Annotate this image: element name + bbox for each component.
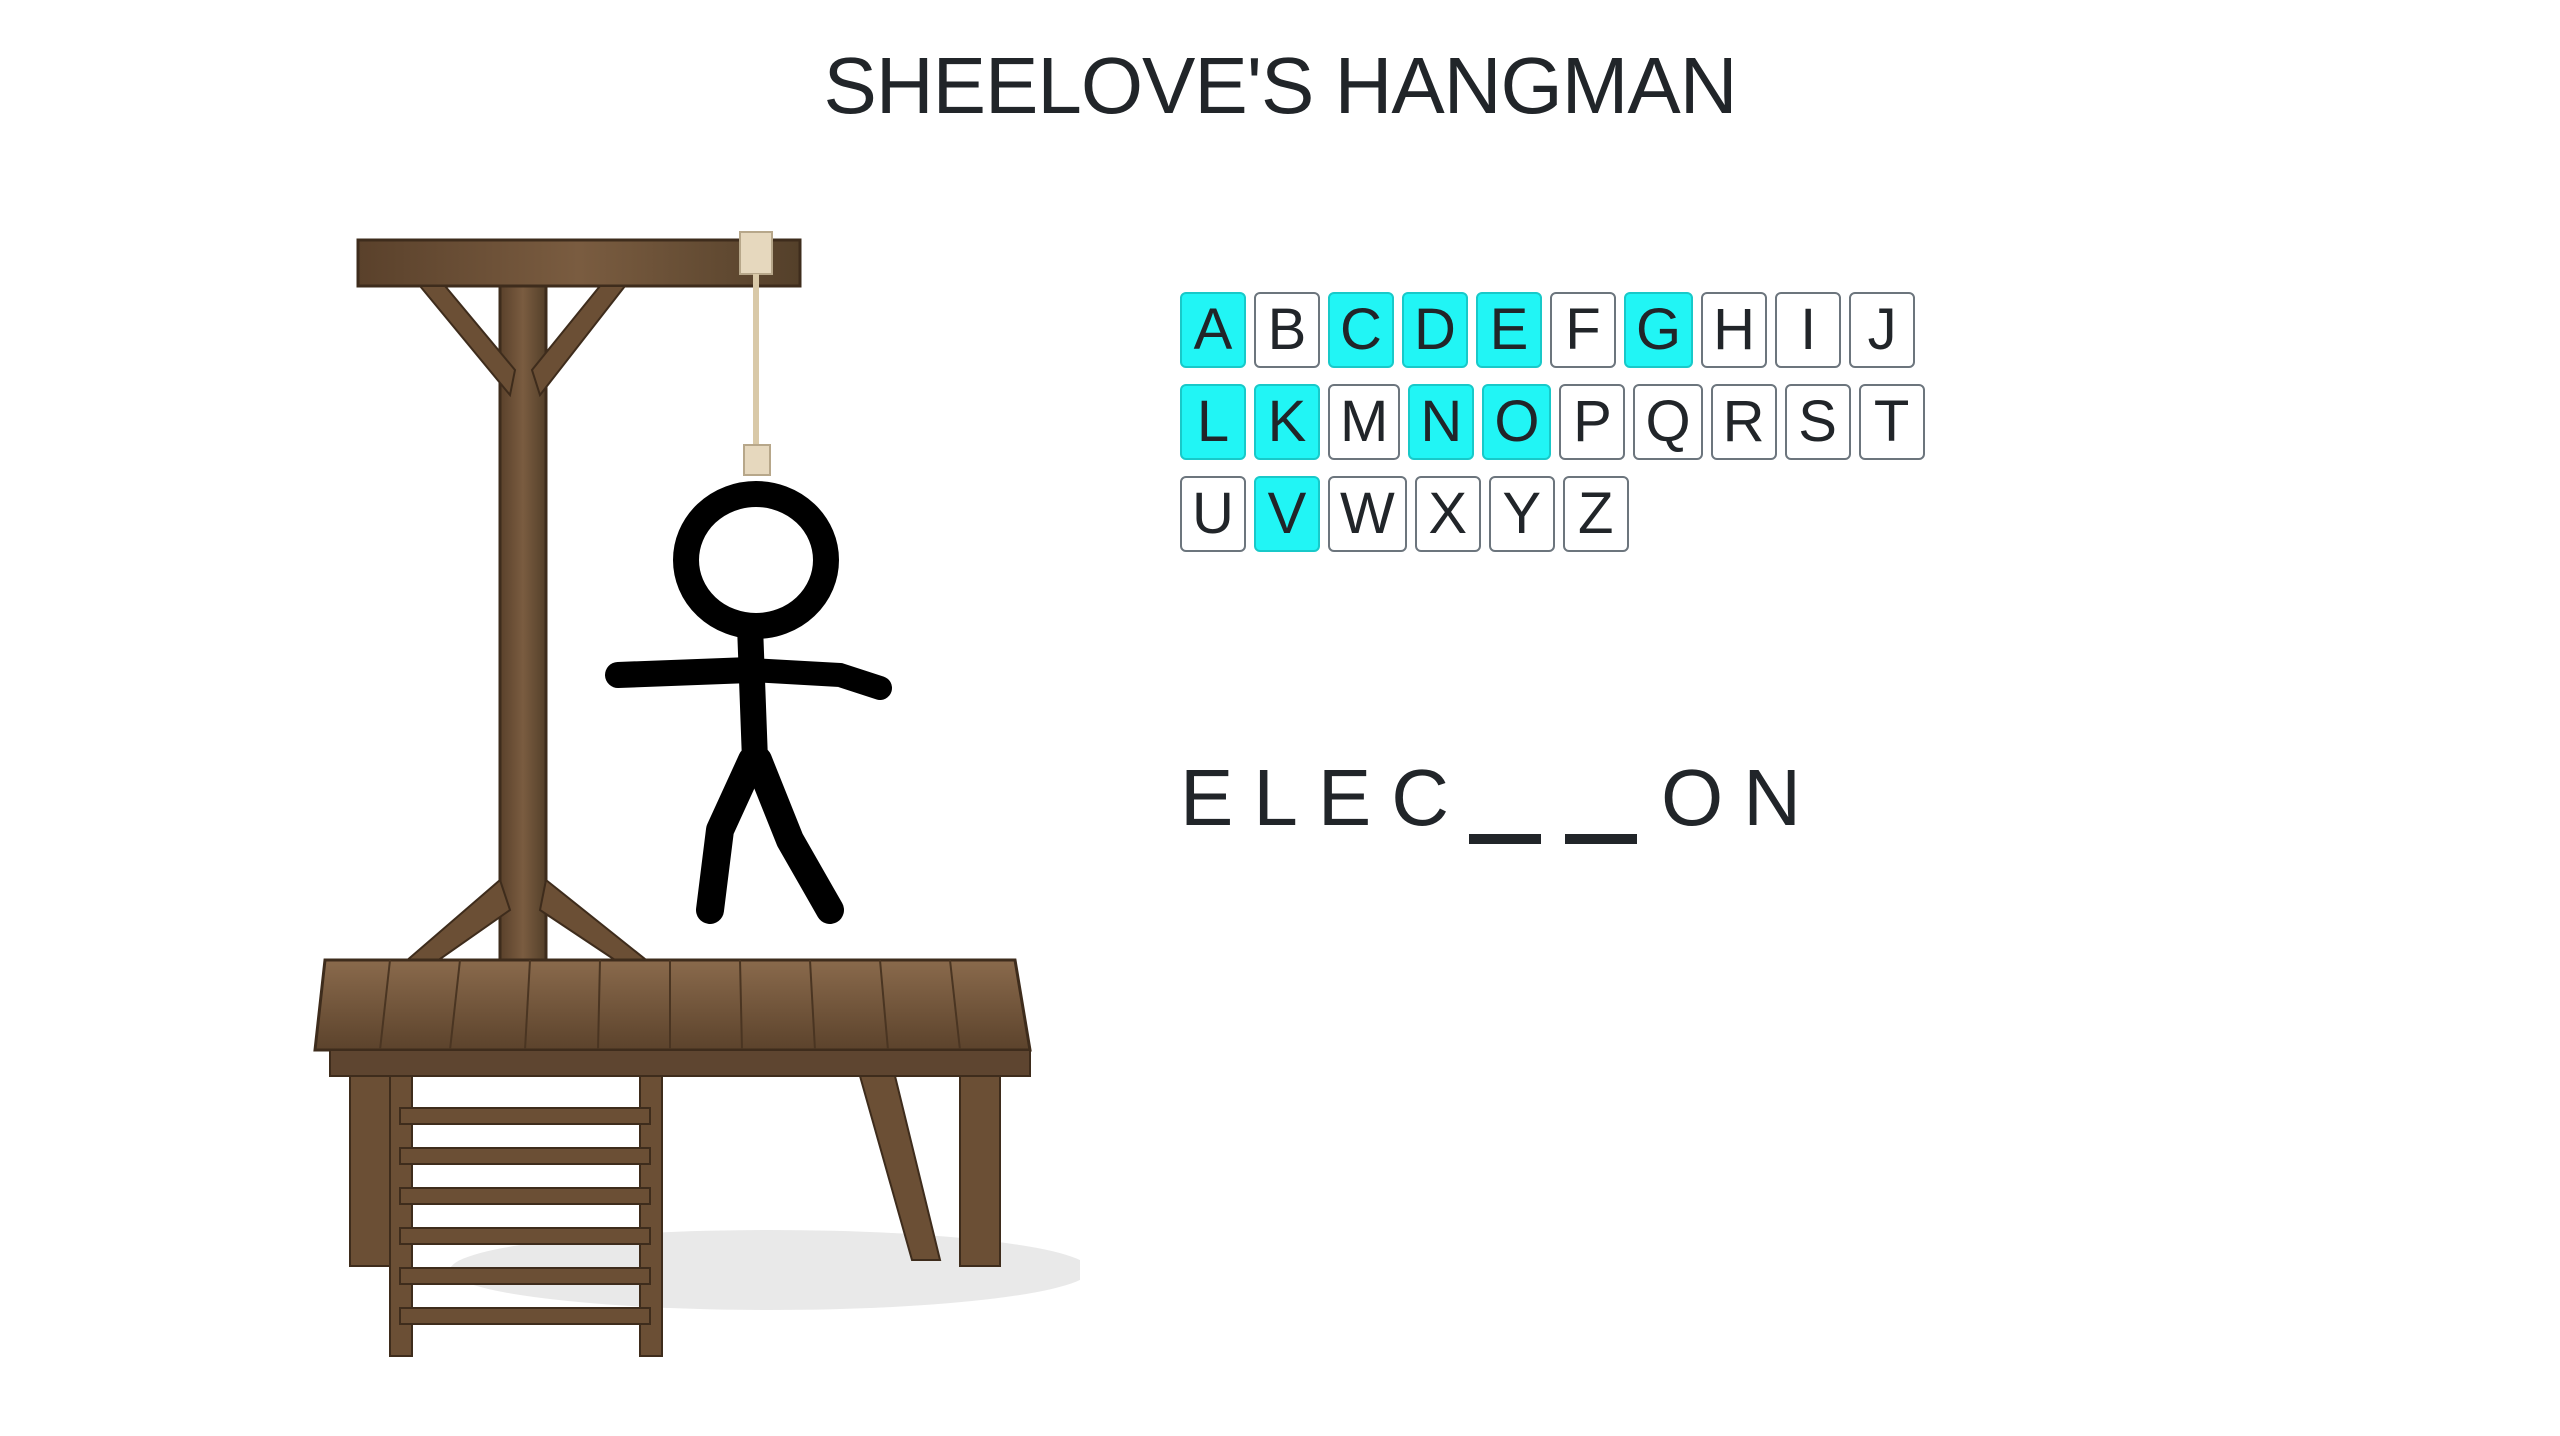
word-display: ELEC ON	[1180, 752, 1821, 844]
letter-key-p[interactable]: P	[1559, 384, 1626, 460]
letter-key-k[interactable]: K	[1254, 384, 1320, 460]
figure-body	[737, 613, 768, 773]
platform-front-beam	[329, 1049, 1031, 1077]
platform-leg-right	[959, 1075, 1001, 1267]
letter-key-s[interactable]: S	[1784, 384, 1851, 460]
letter-key-w[interactable]: W	[1328, 476, 1407, 552]
letter-key-o[interactable]: O	[1482, 384, 1552, 460]
figure-left-leg	[696, 746, 766, 924]
letter-key-b[interactable]: B	[1254, 292, 1320, 368]
figure-right-arm	[738, 658, 892, 700]
stairs	[389, 1075, 663, 1357]
letter-key-v[interactable]: V	[1254, 476, 1320, 552]
letter-key-a[interactable]: A	[1180, 292, 1246, 368]
letter-key-t[interactable]: T	[1858, 384, 1925, 460]
rope-coil	[739, 231, 773, 275]
letter-key-l[interactable]: L	[1180, 384, 1246, 460]
letter-key-d[interactable]: D	[1402, 292, 1468, 368]
word-letter: E	[1180, 753, 1254, 842]
gallows-top-beam	[356, 238, 802, 288]
word-blank-slot	[1565, 766, 1637, 844]
letter-key-c[interactable]: C	[1328, 292, 1394, 368]
page-title: SHEELOVE'S HANGMAN	[823, 41, 1737, 130]
keyboard-row: ABCDEFGHIJ	[1180, 292, 2080, 384]
figure-left-arm	[605, 657, 763, 688]
letter-key-x[interactable]: X	[1414, 476, 1481, 552]
word-letter: E	[1317, 753, 1392, 842]
rope-knot	[743, 444, 771, 476]
letter-key-n[interactable]: N	[1408, 384, 1475, 460]
letter-key-m[interactable]: M	[1328, 384, 1401, 460]
letter-key-q[interactable]: Q	[1633, 384, 1703, 460]
letter-key-z[interactable]: Z	[1562, 476, 1629, 552]
letter-key-g[interactable]: G	[1624, 292, 1694, 368]
letter-key-r[interactable]: R	[1710, 384, 1777, 460]
figure-head	[673, 481, 839, 639]
letter-key-y[interactable]: Y	[1488, 476, 1555, 552]
letter-key-h[interactable]: H	[1701, 292, 1768, 368]
word-letter: C	[1391, 753, 1469, 842]
letter-key-j[interactable]: J	[1849, 292, 1916, 368]
word-letter: N	[1743, 753, 1822, 842]
keyboard-row: UVWXYZ	[1180, 476, 2080, 568]
letter-key-f[interactable]: F	[1550, 292, 1616, 368]
word-letter: O	[1661, 753, 1744, 842]
platform-deck	[313, 958, 1032, 1052]
letter-keyboard: ABCDEFGHIJLKMNOPQRSTUVWXYZ	[1180, 292, 2080, 568]
word-blank-slot	[1469, 766, 1541, 844]
platform-leg-left	[349, 1075, 391, 1267]
stick-figure	[605, 481, 892, 924]
figure-right-leg	[744, 746, 844, 924]
keyboard-row: LKMNOPQRST	[1180, 384, 2080, 476]
letter-key-i[interactable]: I	[1775, 292, 1842, 368]
letter-key-u[interactable]: U	[1180, 476, 1246, 552]
letter-key-e[interactable]: E	[1476, 292, 1542, 368]
word-letter: L	[1253, 753, 1318, 842]
gallows-illustration	[313, 231, 1080, 1357]
